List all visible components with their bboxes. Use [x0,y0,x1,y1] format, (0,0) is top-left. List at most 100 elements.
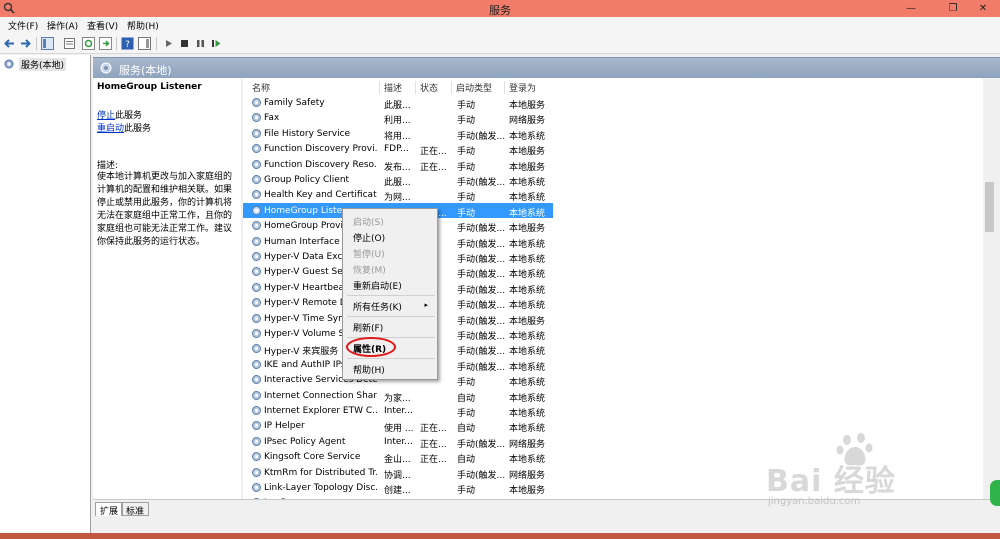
table-row[interactable]: Internet Explorer ETW C... Inter... 手动 本地系统 [243,403,553,419]
service-gear-icon [252,159,261,169]
column-header-status[interactable]: 状态 [415,81,438,94]
context-menu-all-tasks-label: 所有任务(K) [353,303,402,313]
column-header-startup-type[interactable]: 启动类型 [451,81,492,94]
menu-bar: 文件(F) 操作(A) 查看(V) 帮助(H) [0,17,1000,33]
menu-help[interactable]: 帮助(H) [127,19,159,32]
vertical-scrollbar[interactable] [983,78,996,499]
table-row[interactable]: File History Service 将用... 手动(触发... 本地系统 [243,126,553,142]
context-menu-stop[interactable]: 停止(O) [353,231,385,244]
service-log-on-as: 本地系统 [509,193,546,204]
service-log-on-as: 本地服务 [509,316,546,327]
service-description: FDP... [384,144,409,155]
service-startup-type: 手动(触发... [457,239,506,250]
tab-extended[interactable]: 扩展 [95,502,124,517]
show-action-pane-icon[interactable] [138,37,151,50]
export-list-icon[interactable] [99,37,112,50]
service-name: Family Safety [264,98,325,108]
context-menu-refresh[interactable]: 刷新(F) [353,321,383,334]
service-name: Health Key and Certificat... [264,190,377,201]
properties-highlight-ring [346,337,396,357]
table-row[interactable]: KtmRm for Distributed Tr... 协调... 手动(触发...… [243,465,553,481]
service-gear-icon [252,98,261,107]
table-row[interactable]: Health Key and Certificat... 为网... 手动 本地系统 [243,187,553,204]
service-gear-icon [252,175,261,184]
context-menu-all-tasks[interactable]: 所有任务(K) ▸ [353,300,433,313]
service-startup-type: 手动(触发... [457,439,506,450]
table-row[interactable]: Link-Layer Topology Disc... 创建... 手动 本地服务 [243,480,553,496]
stop-service-icon[interactable] [178,37,191,50]
close-button[interactable]: ✕ [968,0,998,17]
side-widget-button[interactable] [990,480,1000,506]
service-gear-icon [252,190,261,200]
service-description: 为家... [384,393,411,404]
context-menu-separator [347,295,435,296]
service-startup-type: 手动(触发... [457,131,506,142]
context-menu-help[interactable]: 帮助(H) [353,363,385,376]
service-gear-icon [252,467,261,477]
table-row[interactable]: Kingsoft Core Service 金山... 正在... 自动 本地系统 [243,449,553,465]
column-header-description[interactable]: 描述 [379,81,402,94]
refresh-icon[interactable] [82,37,95,50]
table-row[interactable]: Internet Connection Shari... 为家... 自动 本地系统 [243,388,553,404]
forward-icon[interactable] [19,37,32,50]
context-menu-separator [347,316,435,317]
toolbar-separator [36,37,37,50]
properties-toolbar-icon[interactable] [63,37,76,50]
service-status: 正在... [420,439,447,450]
pause-service-icon[interactable] [194,37,207,50]
service-log-on-as: 本地服务 [509,101,546,111]
table-row[interactable]: Function Discovery Reso... 发布... 正在... 手动 本地… [243,157,553,173]
service-log-on-as: 网络服务 [509,470,546,481]
start-service-icon[interactable] [162,37,175,50]
column-header-name[interactable]: 名称 [252,81,270,94]
menu-file[interactable]: 文件(F) [8,19,38,32]
taskbar [0,533,1000,539]
service-startup-type: 手动 [457,193,476,204]
service-startup-type: 手动 [457,147,476,158]
table-row[interactable]: Fax 利用... 手动 网络服务 [243,110,553,126]
service-startup-type: 手动(触发... [457,470,506,481]
restart-service-link[interactable]: 重启动 [97,124,124,134]
minimize-button[interactable]: — [898,0,924,17]
context-menu-separator [347,358,435,359]
description-panel: HomeGroup Listener 停止此服务 重启动此服务 描述: 使本地计… [93,78,241,499]
context-menu-restart[interactable]: 重新启动(E) [353,279,402,292]
service-gear-icon [252,221,261,231]
services-header-label: 服务(本地) [119,64,172,77]
services-header: 服务(本地) [93,57,1000,78]
restart-service-suffix: 此服务 [124,124,152,134]
view-tabs: 扩展 标准 [93,499,1000,517]
service-gear-icon [252,144,261,154]
console-tree-icon[interactable] [41,37,54,50]
tab-standard[interactable]: 标准 [121,502,150,517]
table-row[interactable]: IP Helper 使用 ... 正在... 自动 本地系统 [243,418,553,435]
service-gear-icon [252,282,261,292]
context-menu-start: 启动(S) [353,218,384,228]
scrollbar-thumb[interactable] [985,182,994,232]
table-row[interactable]: Group Policy Client 此服... 手动(触发... 本地系统 [243,172,553,188]
stop-service-link[interactable]: 停止 [97,111,115,121]
table-row[interactable]: IPsec Policy Agent Inter... 正在... 手动(触发... 网… [243,434,553,450]
service-gear-icon [252,421,261,431]
service-startup-type: 手动(触发... [457,255,506,265]
service-description: Inter... [384,406,413,416]
tree-item-label: 服务(本地) [19,58,67,71]
service-log-on-as: 本地系统 [509,239,546,250]
column-header-log-on-as[interactable]: 登录为 [504,81,536,94]
service-gear-icon [252,128,261,138]
restore-button[interactable]: ❐ [940,0,966,17]
service-startup-type: 手动(触发... [457,285,506,296]
description-text: 使本地计算机更改与加入家庭组的计算机的配置和维护相关联。如果停止或禁用此服务，你… [97,172,233,247]
menu-view[interactable]: 查看(V) [87,19,118,32]
back-icon[interactable] [3,37,16,50]
menu-action[interactable]: 操作(A) [47,19,78,32]
help-icon[interactable]: ? [121,37,134,50]
table-row[interactable]: Family Safety 此服... 手动 本地服务 [243,95,553,111]
service-description: 使用 ... [384,424,414,435]
restart-service-icon[interactable] [210,37,223,50]
service-name: File History Service [264,128,351,139]
service-log-on-as: 本地系统 [509,131,546,142]
table-row[interactable]: Function Discovery Provi... FDP... 正在... 手动… [243,141,553,158]
service-gear-icon [252,483,261,492]
watermark-url: jingyan.baidu.com [768,496,861,507]
